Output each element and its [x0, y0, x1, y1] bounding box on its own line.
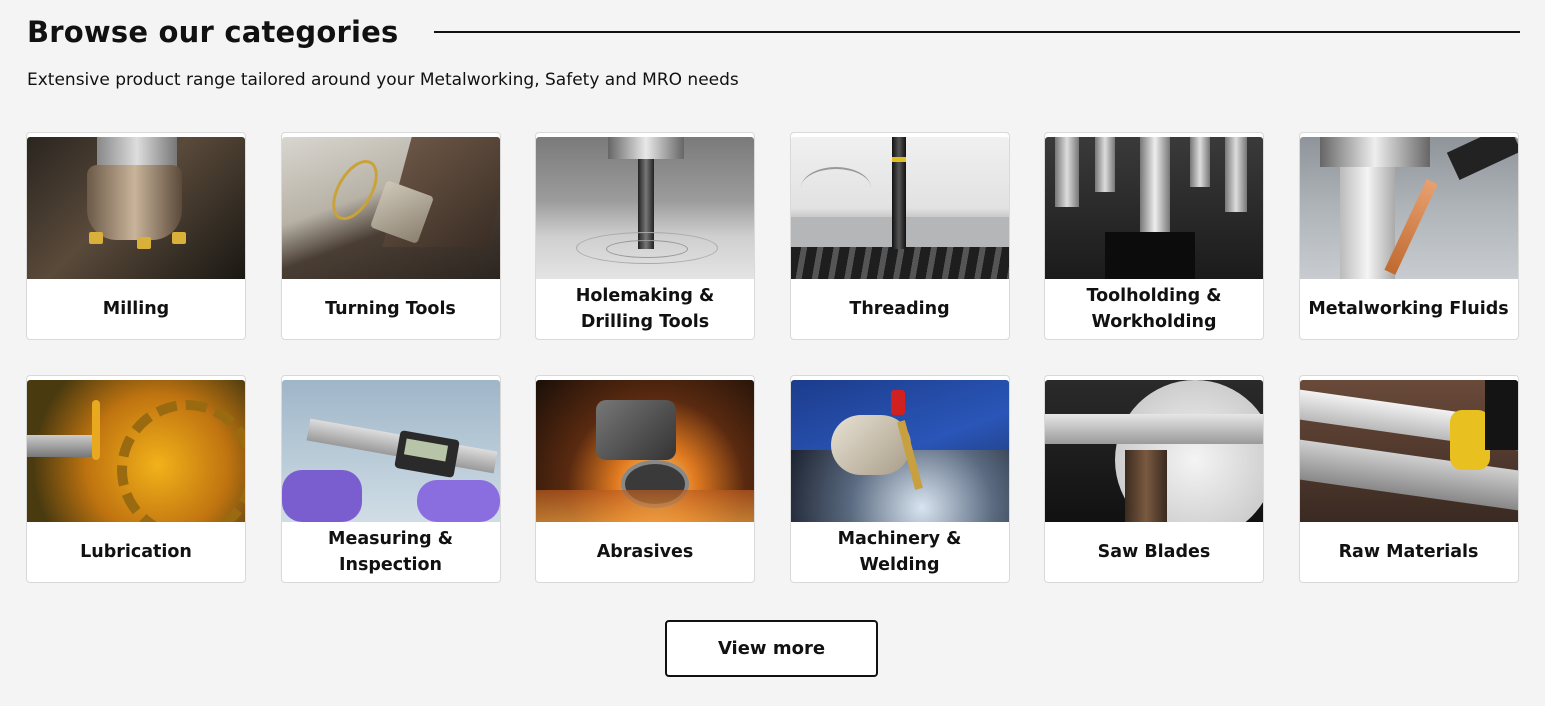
- category-card-milling[interactable]: Milling: [26, 132, 246, 340]
- category-card-metalworking-fluids[interactable]: Metalworking Fluids: [1298, 132, 1519, 340]
- view-more-button[interactable]: View more: [665, 620, 878, 677]
- section-title: Browse our categories: [27, 15, 399, 49]
- category-card-holemaking-drilling[interactable]: Holemaking & Drilling Tools: [535, 132, 755, 340]
- category-grid: Milling Turning Tools Holemaking & Drill…: [26, 132, 1519, 583]
- category-label: Saw Blades: [1097, 542, 1211, 562]
- milling-cutter-photo: [27, 137, 245, 279]
- welding-torch-photo: [790, 380, 1009, 522]
- category-card-raw-materials[interactable]: Raw Materials: [1298, 375, 1519, 583]
- category-label: Holemaking & Drilling Tools: [575, 286, 715, 332]
- category-label: Measuring & Inspection: [328, 529, 453, 575]
- category-label: Abrasives: [596, 542, 694, 562]
- category-label: Raw Materials: [1338, 542, 1479, 562]
- drill-bit-photo: [536, 137, 754, 279]
- category-label: Lubrication: [80, 542, 192, 562]
- tap-threading-photo: [790, 137, 1009, 279]
- section-subtitle: Extensive product range tailored around …: [27, 70, 739, 90]
- band-saw-blade-photo: [1045, 380, 1263, 522]
- category-card-turning-tools[interactable]: Turning Tools: [280, 132, 501, 340]
- section-header: Browse our categories: [27, 10, 1520, 54]
- category-card-saw-blades[interactable]: Saw Blades: [1044, 375, 1264, 583]
- category-label: Milling: [102, 299, 170, 319]
- category-card-threading[interactable]: Threading: [789, 132, 1010, 340]
- digital-caliper-photo: [281, 380, 500, 522]
- category-card-machinery-welding[interactable]: Machinery & Welding: [789, 375, 1010, 583]
- coolant-spray-photo: [1299, 137, 1518, 279]
- category-card-lubrication[interactable]: Lubrication: [26, 375, 246, 583]
- category-label: Turning Tools: [325, 299, 456, 319]
- tool-holders-photo: [1045, 137, 1263, 279]
- category-label: Threading: [849, 299, 950, 319]
- category-label: Machinery & Welding: [837, 529, 962, 575]
- categories-section: Browse our categories Extensive product …: [0, 0, 1545, 706]
- metal-bars-photo: [1299, 380, 1518, 522]
- category-label: Toolholding & Workholding: [1086, 286, 1222, 332]
- category-card-measuring-inspection[interactable]: Measuring & Inspection: [280, 375, 501, 583]
- category-card-abrasives[interactable]: Abrasives: [535, 375, 755, 583]
- angle-grinder-sparks-photo: [536, 380, 754, 522]
- header-divider: [434, 31, 1520, 33]
- turning-insert-photo: [281, 137, 500, 279]
- category-label: Metalworking Fluids: [1308, 299, 1509, 319]
- category-card-toolholding-workholding[interactable]: Toolholding & Workholding: [1044, 132, 1264, 340]
- oil-gear-photo: [27, 380, 245, 522]
